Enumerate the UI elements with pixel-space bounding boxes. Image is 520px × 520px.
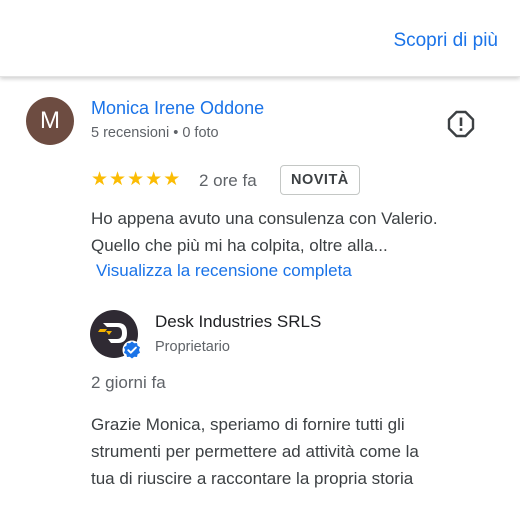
- verified-badge-icon: [122, 340, 142, 360]
- reply-time: 2 giorni fa: [91, 373, 166, 392]
- review-time: 2 ore fa: [199, 171, 257, 190]
- review-text-line: Quello che più mi ha colpita, oltre alla…: [91, 236, 388, 255]
- reviewer-meta: 5 recensioni • 0 foto: [91, 125, 219, 141]
- owner-name[interactable]: Desk Industries SRLS: [155, 312, 321, 332]
- learn-more-link[interactable]: Scopri di più: [393, 30, 498, 52]
- owner-reply-text: Grazie Monica, speriamo di fornire tutti…: [91, 411, 511, 492]
- review-text: Ho appena avuto una consulenza con Valer…: [91, 205, 511, 259]
- reviewer-avatar[interactable]: M: [26, 97, 74, 145]
- reviewer-avatar-letter: M: [40, 107, 60, 134]
- star-icon: ★: [163, 169, 181, 190]
- reviewer-name[interactable]: Monica Irene Oddone: [91, 98, 264, 119]
- reply-text-line: tua di riuscire a raccontare la propria …: [91, 469, 414, 488]
- star-icon: ★: [127, 169, 145, 190]
- review-text-line: Ho appena avuto una consulenza con Valer…: [91, 209, 438, 228]
- reply-text-line: strumenti per permettere ad attività com…: [91, 442, 419, 461]
- owner-role: Proprietario: [155, 339, 230, 355]
- report-flag-icon[interactable]: [447, 110, 475, 138]
- reply-text-line: Grazie Monica, speriamo di fornire tutti…: [91, 415, 405, 434]
- top-bar: Scopri di più: [0, 0, 520, 77]
- star-icon: ★: [145, 169, 163, 190]
- star-rating: ★ ★ ★ ★ ★: [91, 170, 180, 190]
- star-icon: ★: [109, 169, 127, 190]
- full-review-link[interactable]: Visualizza la recensione completa: [96, 261, 352, 281]
- new-badge: NOVITÀ: [280, 165, 360, 195]
- star-icon: ★: [91, 169, 109, 190]
